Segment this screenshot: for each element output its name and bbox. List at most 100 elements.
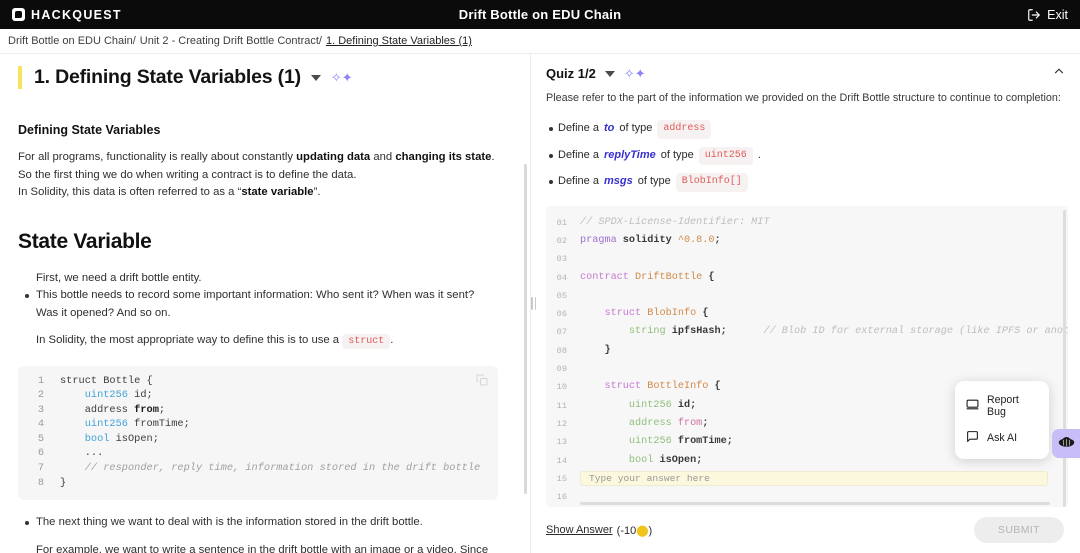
lesson-panel: 1. Defining State Variables (1) ✧✦ Defin… — [0, 54, 530, 553]
hackquest-logo[interactable]: HACKQUEST — [12, 8, 122, 22]
show-answer-cost: (-10⬤) — [616, 524, 653, 537]
editor-line-number: 11 — [556, 400, 567, 411]
code-line-text: bool isOpen; — [84, 432, 159, 445]
lesson-paragraph-2: In Solidity, this data is often referred… — [18, 186, 321, 198]
report-bug-icon — [966, 398, 979, 414]
task-type-code: uint256 — [698, 146, 753, 166]
submit-button[interactable]: SUBMIT — [973, 517, 1064, 543]
breadcrumb-item-lesson[interactable]: 1. Defining State Variables (1) — [326, 35, 472, 47]
editor-horizontal-scrollbar[interactable] — [580, 502, 1050, 505]
editor-line-number: 16 — [556, 492, 567, 503]
section-heading: Defining State Variables — [18, 123, 161, 137]
editor-line-number: 10 — [556, 382, 567, 393]
editor-line: 06 struct BlobInfo { — [546, 305, 1068, 323]
lesson-code-block: 1 struct Bottle {2 uint256 id; 3 address f… — [18, 365, 498, 501]
ai-assistant-avatar-button[interactable] — [1052, 429, 1080, 458]
breadcrumb-item-unit[interactable]: Unit 2 - Creating Drift Bottle Contract/ — [140, 35, 322, 47]
editor-line-number: 05 — [556, 290, 567, 301]
code-line: 1 struct Bottle { — [18, 374, 498, 389]
quiz-panel: Quiz 1/2 ✧✦ Please refer to the part of … — [536, 54, 1080, 553]
task-type-code: BlobInfo[] — [675, 173, 748, 192]
editor-line-text: string ipfsHash; // Blob ID for external… — [628, 326, 1068, 338]
code-line-text: ... — [84, 447, 104, 460]
collapse-icon[interactable] — [1052, 64, 1066, 83]
lesson-code-lines: 1 struct Bottle {2 uint256 id; 3 address f… — [18, 374, 498, 491]
task-prefix: Define a — [558, 148, 599, 161]
task-variable: msgs — [603, 175, 633, 188]
ask-ai-button[interactable]: Ask AI — [955, 424, 1049, 452]
report-bug-label: Report Bug — [987, 393, 1019, 418]
ask-ai-icon — [966, 430, 979, 446]
editor-line-text: uint256 id; — [628, 399, 697, 411]
editor-line-number: 07 — [556, 327, 567, 338]
task-mid: of type — [619, 122, 653, 135]
editor-line-number: 08 — [556, 345, 567, 356]
task-mid: of type — [637, 175, 671, 188]
quiz-magic-wand-icon[interactable]: ✧✦ — [624, 67, 646, 80]
editor-line-text: address from; — [628, 417, 709, 429]
quiz-description: Please refer to the part of the informat… — [546, 92, 1061, 104]
task-mid: of type — [660, 148, 694, 161]
hackquest-logo-text: HACKQUEST — [31, 7, 122, 22]
editor-line-text: struct BottleInfo { — [604, 381, 721, 393]
exit-button[interactable]: Exit — [1027, 8, 1068, 22]
quiz-chevron-down-icon[interactable] — [604, 70, 615, 77]
copy-icon[interactable] — [476, 373, 488, 391]
code-line: 5 bool isOpen; — [18, 432, 498, 447]
editor-line-text: uint256 fromTime; — [628, 436, 733, 448]
list-item: The next thing we want to deal with is t… — [25, 514, 498, 532]
magic-wand-icon[interactable]: ✧✦ — [331, 71, 353, 84]
code-line-number: 8 — [37, 476, 44, 489]
code-line: 2 uint256 id; — [18, 388, 498, 403]
editor-line-number: 14 — [556, 455, 567, 466]
editor-line-text: contract DriftBottle { — [580, 271, 715, 283]
bullet1-intro: First, we need a drift bottle entity. — [36, 271, 202, 284]
quiz-task-item: Define a to of type address — [549, 116, 1066, 143]
task-variable: to — [603, 122, 615, 135]
bullet2-paragraph: For example, we want to write a sentence… — [36, 543, 489, 553]
code-line-text: } — [60, 476, 67, 489]
ufo-icon — [1057, 432, 1076, 456]
lesson-bullets-1: This bottle needs to record some importa… — [18, 287, 498, 322]
quiz-footer: Show Answer (-10⬤) SUBMIT — [536, 507, 1080, 553]
answer-input[interactable]: Type your answer here — [580, 471, 1048, 487]
lesson-title-row: 1. Defining State Variables (1) ✧✦ — [18, 66, 498, 89]
inline-code-struct: struct — [342, 334, 391, 349]
chevron-down-icon[interactable] — [310, 74, 321, 81]
exit-label: Exit — [1047, 7, 1068, 22]
quiz-task-list: Define a to of type address Define a replyTim… — [546, 116, 1066, 196]
report-bug-button[interactable]: Report Bug — [955, 388, 1049, 424]
code-line-number: 1 — [37, 374, 44, 387]
editor-line-text: pragma solidity ^0.8.0; — [580, 234, 721, 246]
editor-line-number: 03 — [556, 254, 567, 265]
editor-line: 09 — [546, 360, 1068, 378]
lesson-scrollbar[interactable] — [524, 164, 527, 494]
list-item: This bottle needs to record some importa… — [25, 287, 498, 322]
code-editor-lines: 01 // SPDX-License-Identifier: MIT 02 pragm… — [546, 214, 1068, 507]
code-line-number: 3 — [37, 403, 44, 416]
code-line: 4 uint256 fromTime; — [18, 417, 498, 432]
editor-line-number: 06 — [556, 309, 567, 320]
lesson-scroll-area: 1. Defining State Variables (1) ✧✦ Defin… — [0, 54, 520, 553]
editor-line: 07 string ipfsHash; // Blob ID for exter… — [546, 323, 1068, 341]
code-line-number: 4 — [37, 418, 44, 431]
code-line-number: 6 — [37, 447, 44, 460]
hackquest-logo-icon — [12, 8, 25, 21]
quiz-title-row: Quiz 1/2 ✧✦ — [546, 64, 1066, 83]
task-type-code: address — [657, 120, 712, 139]
breadcrumb-item-course[interactable]: Drift Bottle on EDU Chain/ — [8, 35, 136, 47]
code-editor[interactable]: 01 // SPDX-License-Identifier: MIT 02 pragm… — [546, 205, 1068, 507]
body-split: 1. Defining State Variables (1) ✧✦ Defin… — [0, 54, 1080, 553]
bullet1-after: In Solidity, the most appropriate way to… — [36, 334, 394, 349]
editor-line-number: 15 — [556, 473, 567, 484]
breadcrumb: Drift Bottle on EDU Chain/ Unit 2 - Crea… — [0, 29, 1080, 54]
editor-vertical-scrollbar[interactable] — [1063, 209, 1066, 507]
show-answer-link[interactable]: Show Answer — [546, 524, 613, 536]
editor-context-menu: Report Bug Ask AI — [955, 380, 1049, 459]
app-root: HACKQUEST Drift Bottle on EDU Chain Exit… — [0, 0, 1080, 553]
editor-line-text: // SPDX-License-Identifier: MIT — [580, 216, 770, 228]
editor-line-number: 13 — [556, 437, 567, 448]
code-line: 8} — [18, 476, 498, 491]
quiz-task-item: Define a msgs of type BlobInfo[] — [549, 169, 1066, 196]
editor-line: 03 — [546, 250, 1068, 268]
